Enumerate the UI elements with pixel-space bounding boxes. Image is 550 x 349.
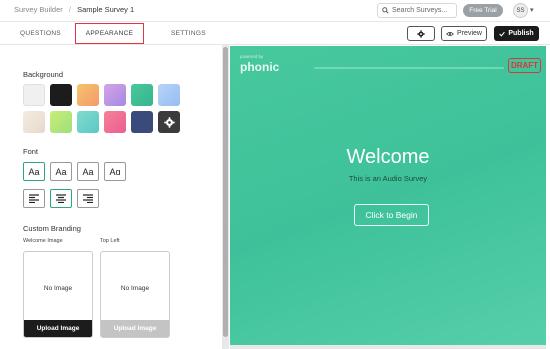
- background-heading: Background: [23, 70, 64, 79]
- breadcrumb-current: Sample Survey 1: [77, 5, 135, 14]
- align-left-icon: [29, 194, 39, 203]
- swatch-lime[interactable]: [50, 111, 72, 133]
- breadcrumb-survey-builder[interactable]: Survey Builder: [14, 5, 63, 14]
- preview-label: Preview: [457, 30, 482, 37]
- welcome-upload-button[interactable]: Upload Image: [24, 320, 92, 337]
- swatch-light-gray[interactable]: [23, 84, 45, 106]
- welcome-subtitle: This is an Audio Survey: [348, 174, 428, 183]
- breadcrumb-separator: /: [68, 5, 71, 14]
- scrollbar-thumb[interactable]: [223, 47, 228, 337]
- phonic-logo: phonic: [240, 60, 280, 74]
- checkmark-icon: [499, 31, 506, 37]
- tab-bar: QUESTIONS APPEARANCE SETTINGS Preview Pu…: [0, 23, 550, 45]
- align-center-icon: [56, 194, 66, 203]
- draft-badge: DRAFT: [508, 58, 541, 73]
- survey-preview: powered by phonic DRAFT Welcome This is …: [230, 46, 546, 345]
- welcome-image-card: No Image Upload Image: [23, 251, 93, 338]
- top-left-upload-button[interactable]: Upload Image: [101, 320, 169, 337]
- custom-branding-heading: Custom Branding: [23, 224, 81, 233]
- top-left-label: Top Left: [100, 238, 120, 244]
- powered-by-text: powered by: [240, 54, 264, 59]
- publish-button[interactable]: Publish: [494, 26, 539, 41]
- custom-background-button[interactable]: [158, 111, 180, 133]
- tab-appearance[interactable]: APPEARANCE: [75, 23, 144, 44]
- swatch-teal[interactable]: [77, 111, 99, 133]
- align-left-button[interactable]: [23, 189, 45, 208]
- swatch-pink[interactable]: [104, 111, 126, 133]
- font-heading: Font: [23, 147, 39, 156]
- tab-settings[interactable]: SETTINGS: [171, 30, 206, 37]
- preview-button[interactable]: Preview: [441, 26, 487, 41]
- align-center-button[interactable]: [50, 189, 72, 208]
- swatch-navy[interactable]: [131, 111, 153, 133]
- swatch-beige[interactable]: [23, 111, 45, 133]
- font-option-1[interactable]: Aa: [23, 162, 45, 181]
- welcome-title: Welcome: [346, 146, 430, 168]
- welcome-no-image-text: No Image: [43, 285, 73, 292]
- font-option-4[interactable]: Aɑ: [104, 162, 126, 181]
- settings-button[interactable]: [407, 26, 435, 41]
- progress-bar: [314, 67, 504, 69]
- gear-icon: [417, 29, 425, 38]
- swatch-light-blue[interactable]: [158, 84, 180, 106]
- eye-icon: [446, 31, 454, 36]
- search-icon: [382, 7, 389, 14]
- tab-questions[interactable]: QUESTIONS: [20, 30, 61, 37]
- font-option-2[interactable]: Aa: [50, 162, 72, 181]
- free-trial-button[interactable]: Free Trial: [463, 4, 503, 17]
- align-right-icon: [83, 194, 93, 203]
- begin-button[interactable]: Click to Begin: [354, 204, 429, 226]
- welcome-image-label: Welcome Image: [23, 238, 63, 244]
- swatch-green[interactable]: [131, 84, 153, 106]
- chevron-down-icon[interactable]: ▾: [530, 6, 534, 14]
- appearance-panel: Background Font Aa Aa Aa Aɑ Custom Brand…: [0, 45, 222, 349]
- search-placeholder: Search Surveys...: [392, 7, 448, 14]
- top-left-image-card: No Image Upload Image: [100, 251, 170, 338]
- preview-scroll-track: [230, 345, 546, 349]
- top-bar: Survey Builder / Sample Survey 1 Search …: [0, 0, 550, 22]
- avatar[interactable]: SS: [513, 3, 528, 18]
- publish-label: Publish: [508, 30, 534, 37]
- breadcrumb: Survey Builder / Sample Survey 1: [14, 5, 134, 14]
- swatch-purple[interactable]: [104, 84, 126, 106]
- panel-scrollbar[interactable]: [222, 45, 229, 349]
- swatch-orange[interactable]: [77, 84, 99, 106]
- align-right-button[interactable]: [77, 189, 99, 208]
- swatch-black[interactable]: [50, 84, 72, 106]
- gear-icon: [163, 116, 175, 128]
- search-input[interactable]: Search Surveys...: [377, 3, 457, 18]
- font-option-3[interactable]: Aa: [77, 162, 99, 181]
- top-left-no-image-text: No Image: [120, 285, 150, 292]
